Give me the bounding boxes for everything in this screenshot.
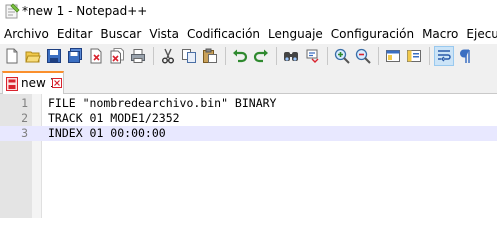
sync-vertical-button[interactable] [383, 46, 403, 66]
paste-icon [203, 48, 217, 63]
line-text: INDEX 01 00:00:00 [48, 126, 166, 140]
close-button[interactable] [86, 46, 106, 66]
copy-icon [182, 48, 196, 63]
close-all-button[interactable] [107, 46, 127, 66]
copy-button[interactable] [179, 46, 199, 66]
toolbar-separator [378, 46, 379, 65]
redo-button[interactable] [251, 46, 271, 66]
paste-button[interactable] [200, 46, 220, 66]
sync-vertical-icon [386, 49, 400, 62]
editor-line[interactable]: 2 TRACK 01 MODE1/2352 [0, 111, 497, 126]
editor-line[interactable]: 1 FILE "nombredearchivo.bin" BINARY [0, 96, 497, 111]
line-number: 2 [21, 111, 28, 125]
replace-button[interactable] [302, 46, 322, 66]
tab-close-icon[interactable] [52, 78, 62, 88]
toolbar-separator [429, 46, 430, 65]
undo-button[interactable] [230, 46, 250, 66]
unsaved-file-icon [6, 77, 18, 91]
sync-horizontal-button[interactable] [404, 46, 424, 66]
editor-current-line[interactable]: 3 INDEX 01 00:00:00 [0, 126, 497, 141]
print-icon [131, 48, 145, 63]
toolbar-separator [276, 46, 277, 65]
toolbar [0, 44, 497, 67]
print-button[interactable] [128, 46, 148, 66]
save-icon [47, 48, 61, 63]
line-number: 3 [21, 126, 28, 140]
save-all-icon [68, 47, 82, 63]
show-all-chars-icon [460, 49, 470, 63]
menu-ejecutar[interactable]: Ejecu [462, 24, 497, 44]
find-icon [284, 51, 298, 61]
redo-icon [253, 49, 268, 62]
word-wrap-button[interactable] [434, 45, 454, 66]
notepadpp-app-icon [5, 3, 20, 19]
menu-lenguaje[interactable]: Lenguaje [264, 24, 327, 44]
menu-bar: Archivo Editar Buscar Vista Codificación… [0, 24, 497, 44]
cut-button[interactable] [158, 46, 178, 66]
show-all-chars-button[interactable] [455, 46, 475, 66]
line-text: FILE "nombredearchivo.bin" BINARY [48, 96, 277, 110]
open-file-button[interactable] [23, 46, 43, 66]
menu-editar[interactable]: Editar [53, 24, 97, 44]
zoom-out-icon [355, 48, 371, 64]
save-all-button[interactable] [65, 46, 85, 66]
zoom-in-icon [334, 48, 350, 64]
close-all-icon [110, 47, 124, 63]
tab-bar: new 1 [0, 67, 497, 94]
menu-buscar[interactable]: Buscar [96, 24, 145, 44]
open-file-icon [25, 51, 41, 62]
new-file-button[interactable] [2, 46, 22, 66]
close-icon [90, 48, 102, 63]
cut-icon [162, 48, 174, 63]
zoom-out-button[interactable] [353, 46, 373, 66]
replace-icon [306, 49, 319, 63]
line-number: 1 [21, 96, 28, 110]
menu-codificacion[interactable]: Codificación [183, 24, 264, 44]
menu-archivo[interactable]: Archivo [0, 24, 53, 44]
toolbar-separator [225, 46, 226, 65]
new-file-icon [6, 48, 18, 63]
zoom-in-button[interactable] [332, 46, 352, 66]
text-editor[interactable]: 1 FILE "nombredearchivo.bin" BINARY 2 TR… [0, 94, 497, 218]
sync-horizontal-icon [407, 49, 421, 62]
menu-macro[interactable]: Macro [418, 24, 462, 44]
menu-vista[interactable]: Vista [145, 24, 183, 44]
title-bar: *new 1 - Notepad++ [0, 0, 497, 24]
word-wrap-icon [438, 49, 451, 62]
toolbar-separator [153, 46, 154, 65]
save-button[interactable] [44, 46, 64, 66]
line-text: TRACK 01 MODE1/2352 [48, 111, 180, 125]
undo-icon [233, 49, 248, 62]
window-title: *new 1 - Notepad++ [22, 4, 148, 18]
toolbar-separator [327, 46, 328, 65]
find-button[interactable] [281, 46, 301, 66]
menu-configuracion[interactable]: Configuración [327, 24, 418, 44]
tab-new-1[interactable]: new 1 [2, 71, 64, 94]
